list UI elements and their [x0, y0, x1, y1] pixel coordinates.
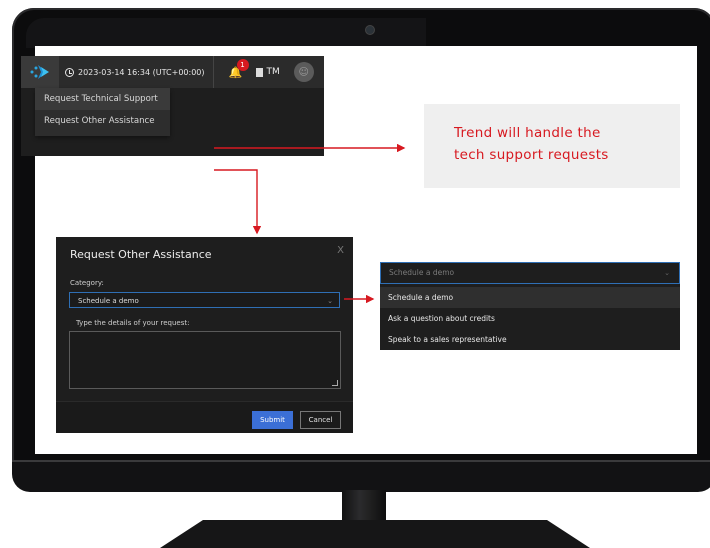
- arrow-other-assistance-to-dialog: [214, 169, 262, 235]
- annotation-arrows: [214, 143, 406, 304]
